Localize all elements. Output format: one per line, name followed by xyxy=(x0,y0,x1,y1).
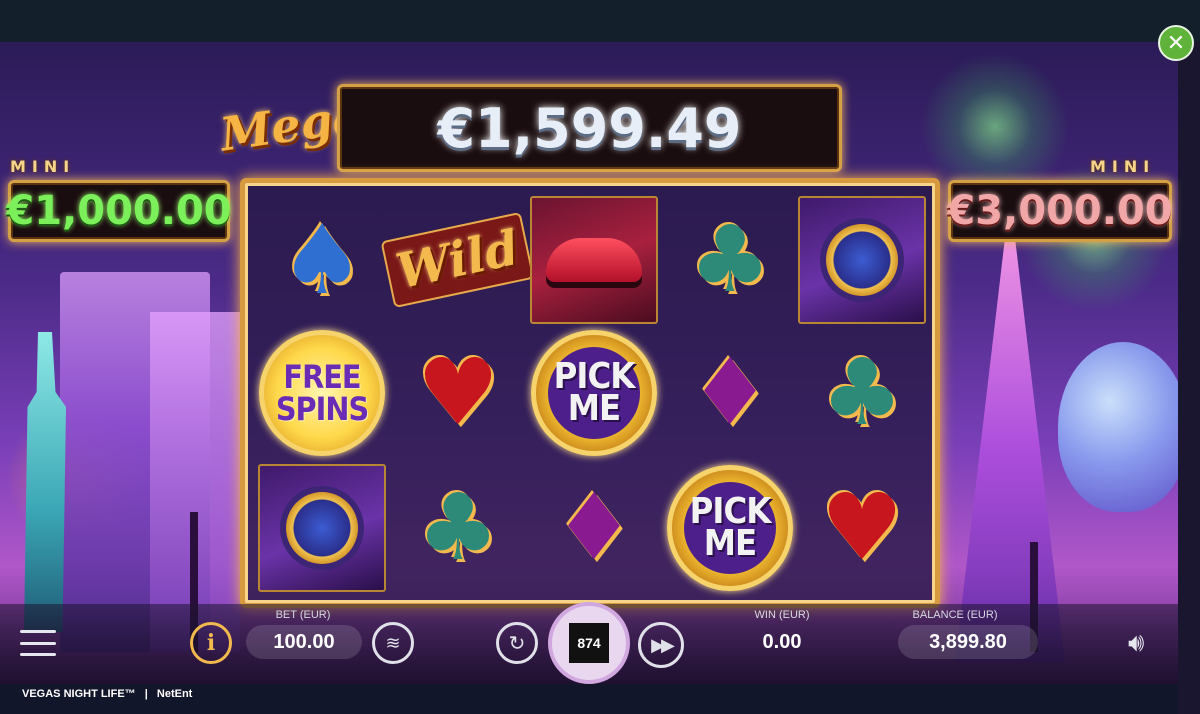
info-icon[interactable]: i xyxy=(190,622,232,664)
turbo-icon[interactable]: ▶▶ xyxy=(638,622,684,668)
reel-symbol-club: ♣ xyxy=(665,195,795,325)
pick-me-text: PICK ME xyxy=(553,356,636,429)
top-bar xyxy=(0,0,1200,42)
heart-icon: ♥ xyxy=(416,339,500,446)
balance-value: 3,899.80 xyxy=(898,625,1038,659)
reel-symbol-diamond: ♦ xyxy=(529,463,659,593)
pick-me-coin: PICK ME xyxy=(531,330,657,456)
provider-name: NetEnt xyxy=(156,688,193,700)
game-stage: ✕ MINI €1,000.00 Mega €1,599.49 MINI €3,… xyxy=(0,0,1200,714)
footer-branding: VEGAS NIGHT LIFE™ | NetEnt xyxy=(22,688,192,700)
reel-symbol-club: ♣ xyxy=(797,328,927,458)
club-icon: ♣ xyxy=(688,206,772,313)
globe-building-decoration xyxy=(1058,342,1178,512)
pick-me-coin: PICK ME xyxy=(667,465,793,591)
diamond-icon: ♦ xyxy=(688,339,772,446)
right-gutter xyxy=(1178,42,1200,714)
watch-icon xyxy=(286,492,358,564)
eiffel-tower-decoration xyxy=(955,242,1065,662)
game-name: VEGAS NIGHT LIFE™ xyxy=(22,688,136,700)
win-label: WIN (EUR) xyxy=(754,609,810,621)
mini-jackpot-amount-right: €3,000.00 xyxy=(947,180,1173,242)
reel-symbol-pick-me: PICK ME xyxy=(665,463,795,593)
reel-symbol-diamond: ♦ xyxy=(665,328,795,458)
free-spins-text: FREE SPINS xyxy=(275,358,369,428)
coins-icon[interactable]: ≋ xyxy=(372,622,414,664)
club-icon: ♣ xyxy=(416,474,500,581)
spin-button[interactable]: 874 xyxy=(548,602,630,684)
wild-symbol: Wild xyxy=(380,211,536,309)
watch-icon xyxy=(826,224,898,296)
car-tile xyxy=(530,196,658,324)
bet-value[interactable]: 100.00 xyxy=(246,625,362,659)
reel-symbol-heart: ♥ xyxy=(393,328,523,458)
balance-label: BALANCE (EUR) xyxy=(912,609,998,621)
mini-jackpot-label-left: MINI xyxy=(10,157,76,176)
pick-me-face: PICK ME xyxy=(684,482,776,574)
reel-symbol-car xyxy=(529,195,659,325)
pick-me-text: PICK ME xyxy=(689,491,772,564)
reel-grid: ♠ Wild ♣ FREE SPINS ♥ PICK ME ♦ ♣ ♣ ♦ PICK… xyxy=(240,178,940,608)
watch-tile xyxy=(258,464,386,592)
sound-icon[interactable]: 🔊︎ xyxy=(1128,628,1144,659)
car-icon xyxy=(546,238,642,282)
close-icon[interactable]: ✕ xyxy=(1158,25,1194,61)
reel-symbol-heart: ♥ xyxy=(797,463,927,593)
reel-symbol-club: ♣ xyxy=(393,463,523,593)
free-spins-coin: FREE SPINS xyxy=(259,330,385,456)
spin-counter: 874 xyxy=(569,623,609,663)
watch-tile xyxy=(798,196,926,324)
reel-symbol-spade: ♠ xyxy=(257,195,387,325)
heart-icon: ♥ xyxy=(820,474,904,581)
menu-icon[interactable] xyxy=(20,630,56,656)
win-value: 0.00 xyxy=(762,630,802,653)
mini-jackpot-amount-left: €1,000.00 xyxy=(6,180,232,242)
bet-label: BET (EUR) xyxy=(275,609,331,621)
reel-symbol-pick-me: PICK ME xyxy=(529,328,659,458)
club-icon: ♣ xyxy=(820,339,904,446)
reel-symbol-wild: Wild xyxy=(380,195,536,325)
mini-jackpot-label-right: MINI xyxy=(1090,157,1156,176)
mega-jackpot-amount: €1,599.49 xyxy=(337,84,842,172)
pick-me-face: PICK ME xyxy=(548,347,640,439)
footer-separator: | xyxy=(144,688,148,700)
reel-symbol-watch xyxy=(257,463,387,593)
reel-symbol-free-spins: FREE SPINS xyxy=(257,328,387,458)
reel-symbol-watch xyxy=(797,195,927,325)
autoplay-icon[interactable]: ↻ xyxy=(496,622,538,664)
spade-icon: ♠ xyxy=(278,204,366,316)
diamond-icon: ♦ xyxy=(552,474,636,581)
